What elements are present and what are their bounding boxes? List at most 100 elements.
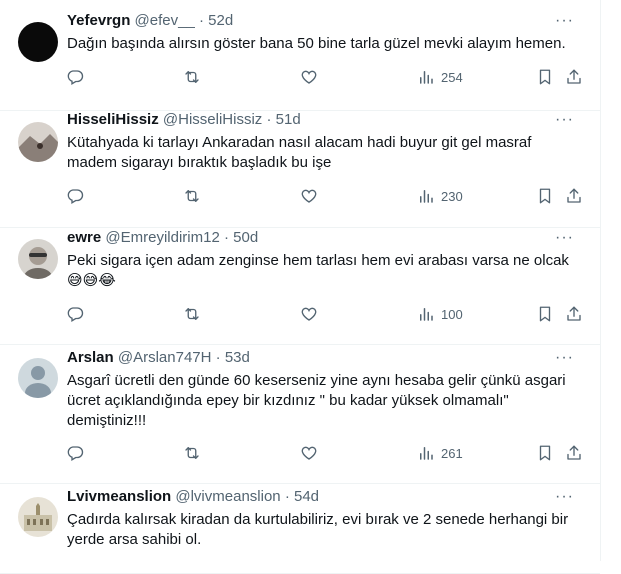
tweet[interactable]: Lvivmeanslion @lvivmeanslion · 54d ··· Çad… bbox=[0, 483, 600, 574]
retweet-icon bbox=[183, 444, 201, 462]
bookmark-button[interactable] bbox=[536, 443, 554, 463]
tweet-text-line: Dağın başında alırsın göster bana 50 bin… bbox=[67, 35, 566, 52]
tweet-text-line: madem sigarayı bıraktık başladık bu işe bbox=[67, 154, 332, 171]
views-icon bbox=[417, 68, 435, 86]
user-handle[interactable]: @Arslan747H bbox=[118, 349, 212, 366]
display-name[interactable]: ewre bbox=[67, 229, 101, 246]
tweet-text-line: Peki sigara içen adam zenginse hem tarla… bbox=[67, 252, 569, 269]
tweet-text-line: Çadırda kalırsak kiradan da kurtulabilir… bbox=[67, 511, 569, 528]
like-button[interactable] bbox=[300, 67, 318, 87]
tweet-text-line: Asgarî ücretli den günde 60 keserseniz y… bbox=[67, 372, 566, 389]
share-button[interactable] bbox=[565, 304, 583, 324]
views-button[interactable]: 230 bbox=[417, 186, 463, 206]
bookmark-icon bbox=[536, 305, 554, 323]
view-count: 254 bbox=[441, 69, 463, 85]
bookmark-button[interactable] bbox=[536, 67, 554, 87]
share-button[interactable] bbox=[565, 186, 583, 206]
tweet-text: Asgarî ücretli den günde 60 keserseniz y… bbox=[67, 371, 587, 431]
reply-icon bbox=[66, 444, 84, 462]
share-button[interactable] bbox=[565, 443, 583, 463]
tweet-feed: Yefevrgn @efev__ · 52d ··· Dağın başında a… bbox=[0, 0, 601, 574]
reply-icon bbox=[66, 305, 84, 323]
more-options-icon[interactable]: ··· bbox=[555, 350, 574, 366]
view-count: 261 bbox=[441, 445, 463, 461]
retweet-button[interactable] bbox=[183, 67, 201, 87]
timestamp[interactable]: 51d bbox=[276, 111, 301, 128]
like-icon bbox=[300, 444, 318, 462]
like-button[interactable] bbox=[300, 186, 318, 206]
tweet[interactable]: HisseliHissiz @HisseliHissiz · 51d ··· Küt… bbox=[0, 110, 600, 228]
tweet-text: Kütahyada ki tarlayı Ankaradan nasıl ala… bbox=[67, 133, 587, 173]
like-button[interactable] bbox=[300, 304, 318, 324]
views-button[interactable]: 261 bbox=[417, 443, 463, 463]
tweet-header: Arslan @Arslan747H · 53d bbox=[67, 348, 250, 368]
tweet-header: Yefevrgn @efev__ · 52d bbox=[67, 11, 233, 31]
bookmark-button[interactable] bbox=[536, 186, 554, 206]
reply-button[interactable] bbox=[66, 304, 84, 324]
more-options-icon[interactable]: ··· bbox=[555, 13, 574, 29]
display-name[interactable]: Lvivmeanslion bbox=[67, 488, 171, 505]
bookmark-icon bbox=[536, 187, 554, 205]
share-button[interactable] bbox=[565, 67, 583, 87]
retweet-button[interactable] bbox=[183, 443, 201, 463]
display-name[interactable]: Yefevrgn bbox=[67, 12, 130, 29]
tweet-text: Çadırda kalırsak kiradan da kurtulabilir… bbox=[67, 510, 587, 550]
avatar[interactable] bbox=[18, 122, 58, 162]
retweet-icon bbox=[183, 305, 201, 323]
share-icon bbox=[565, 305, 583, 323]
reply-button[interactable] bbox=[66, 443, 84, 463]
retweet-button[interactable] bbox=[183, 304, 201, 324]
tweet-actions: 261 bbox=[60, 443, 600, 463]
view-count: 100 bbox=[441, 306, 463, 322]
tweet-emoji: 😅😅😂 bbox=[67, 272, 116, 289]
reply-button[interactable] bbox=[66, 186, 84, 206]
avatar[interactable] bbox=[18, 239, 58, 279]
tweet-header: HisseliHissiz @HisseliHissiz · 51d bbox=[67, 110, 301, 130]
timestamp[interactable]: 52d bbox=[208, 12, 233, 29]
display-name[interactable]: Arslan bbox=[67, 349, 114, 366]
user-handle[interactable]: @lvivmeanslion bbox=[175, 488, 280, 505]
tweet-text: Peki sigara içen adam zenginse hem tarla… bbox=[67, 251, 587, 291]
more-options-icon[interactable]: ··· bbox=[555, 489, 574, 505]
like-button[interactable] bbox=[300, 443, 318, 463]
like-icon bbox=[300, 68, 318, 86]
tweet-header: Lvivmeanslion @lvivmeanslion · 54d bbox=[67, 487, 319, 507]
share-icon bbox=[565, 68, 583, 86]
separator-dot: · bbox=[266, 111, 272, 128]
share-icon bbox=[565, 187, 583, 205]
avatar[interactable] bbox=[18, 497, 58, 537]
reply-icon bbox=[66, 187, 84, 205]
tweet-actions: 100 bbox=[60, 304, 600, 324]
views-button[interactable]: 254 bbox=[417, 67, 463, 87]
retweet-icon bbox=[183, 68, 201, 86]
bookmark-icon bbox=[536, 68, 554, 86]
separator-dot: · bbox=[198, 12, 204, 29]
tweet-text-line: yerde arsa sahibi ol. bbox=[67, 531, 202, 548]
separator-dot: · bbox=[284, 488, 290, 505]
avatar[interactable] bbox=[18, 358, 58, 398]
user-handle[interactable]: @efev__ bbox=[135, 12, 195, 29]
timestamp[interactable]: 50d bbox=[233, 229, 258, 246]
tweet-text-line: ücret açıklandığında epey bir kızdınız "… bbox=[67, 392, 509, 409]
user-handle[interactable]: @HisseliHissiz bbox=[163, 111, 262, 128]
separator-dot: · bbox=[215, 349, 221, 366]
reply-button[interactable] bbox=[66, 67, 84, 87]
tweet[interactable]: Yefevrgn @efev__ · 52d ··· Dağın başında a… bbox=[0, 0, 600, 111]
user-handle[interactable]: @Emreyildirim12 bbox=[105, 229, 219, 246]
display-name[interactable]: HisseliHissiz bbox=[67, 111, 159, 128]
view-count: 230 bbox=[441, 188, 463, 204]
tweet[interactable]: Arslan @Arslan747H · 53d ··· Asgarî ücretl… bbox=[0, 344, 600, 484]
timestamp[interactable]: 54d bbox=[294, 488, 319, 505]
timestamp[interactable]: 53d bbox=[225, 349, 250, 366]
like-icon bbox=[300, 305, 318, 323]
tweet-text: Dağın başında alırsın göster bana 50 bin… bbox=[67, 34, 587, 54]
views-icon bbox=[417, 305, 435, 323]
tweet[interactable]: ewre @Emreyildirim12 · 50d ··· Peki sigara… bbox=[0, 227, 600, 345]
avatar[interactable] bbox=[18, 22, 58, 62]
bookmark-button[interactable] bbox=[536, 304, 554, 324]
views-button[interactable]: 100 bbox=[417, 304, 463, 324]
separator-dot: · bbox=[223, 229, 229, 246]
more-options-icon[interactable]: ··· bbox=[555, 112, 574, 128]
retweet-button[interactable] bbox=[183, 186, 201, 206]
more-options-icon[interactable]: ··· bbox=[555, 230, 574, 246]
